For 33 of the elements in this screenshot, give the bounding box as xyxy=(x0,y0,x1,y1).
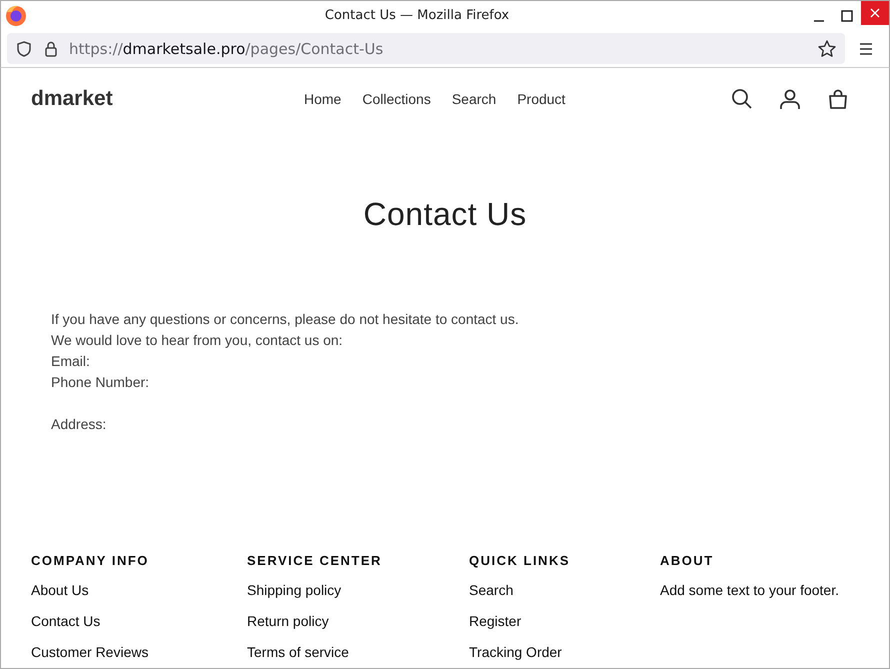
lock-icon[interactable] xyxy=(43,40,59,58)
footer-heading: SERVICE CENTER xyxy=(247,553,383,568)
window-title: Contact Us — Mozilla Firefox xyxy=(324,8,510,23)
site-logo[interactable]: dmarket xyxy=(31,87,261,111)
footer-link[interactable]: Contact Us xyxy=(31,613,100,630)
contact-text: Phone Number: xyxy=(51,373,150,392)
contact-text: We would love to hear from you, contact us on: xyxy=(51,331,343,350)
contact-text: Email: xyxy=(51,352,90,371)
close-icon[interactable] xyxy=(861,0,889,24)
nav-link[interactable]: Home xyxy=(294,91,352,107)
footer-link[interactable]: Return policy xyxy=(247,613,329,630)
footer-link[interactable]: Register xyxy=(469,613,522,630)
footer-heading: COMPANY INFO xyxy=(31,553,150,568)
footer-link[interactable]: Search xyxy=(469,582,514,599)
footer-heading: QUICK LINKS xyxy=(469,553,571,568)
footer-link[interactable]: Tracking Order xyxy=(469,644,562,661)
footer-heading: ABOUT xyxy=(660,553,715,568)
nav-link[interactable]: Search xyxy=(442,91,508,107)
contact-text: Address: xyxy=(51,415,106,434)
footer-text: Add some text to your footer. xyxy=(660,582,839,599)
star-icon[interactable] xyxy=(817,38,837,58)
account-icon[interactable] xyxy=(779,88,801,110)
bag-icon[interactable] xyxy=(827,88,849,110)
nav-link[interactable]: Product xyxy=(507,91,576,107)
contact-text: If you have any questions or concerns, please do not hesitate to contact us. xyxy=(51,310,519,329)
footer-link[interactable]: Shipping policy xyxy=(247,582,342,599)
nav-link[interactable]: Collections xyxy=(352,91,442,107)
footer-link[interactable]: Customer Reviews xyxy=(31,644,148,661)
search-icon[interactable] xyxy=(731,88,753,110)
footer-link[interactable]: Terms of service xyxy=(247,644,349,661)
shield-icon[interactable] xyxy=(15,40,33,58)
footer-link[interactable]: About Us xyxy=(31,582,89,599)
page-heading: Contact Us xyxy=(362,196,528,233)
